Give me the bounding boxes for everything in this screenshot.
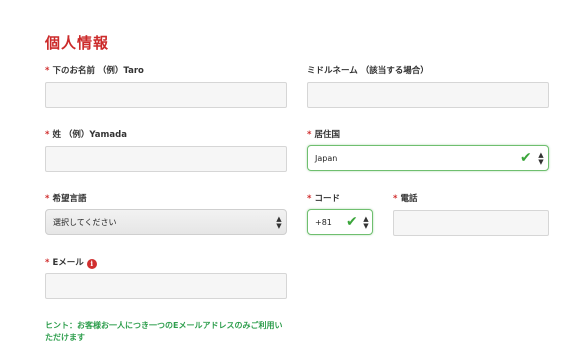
country-select[interactable]: Japan ✔ ▲ ▼ <box>307 145 549 171</box>
last-name-input[interactable] <box>45 146 287 172</box>
country-code-select[interactable]: +81 ✔ ▲ ▼ <box>307 209 373 235</box>
last-name-label: * 姓 （例）Yamada <box>45 130 127 140</box>
chevron-updown-icon: ▲ ▼ <box>538 151 544 166</box>
first-name-input[interactable] <box>45 82 287 108</box>
chevron-updown-icon: ▲ ▼ <box>363 215 369 230</box>
required-mark: * <box>307 194 312 204</box>
middle-name-input[interactable] <box>307 82 549 108</box>
first-name-label: * 下のお名前 （例）Taro <box>45 66 144 76</box>
required-mark: * <box>393 194 398 204</box>
email-hint: ヒント：お客様お一人につき一つのEメールアドレスのみご利用いただけます <box>45 321 283 342</box>
info-icon[interactable]: i <box>86 259 97 269</box>
language-select[interactable]: 選択してください ▲ ▼ <box>45 209 287 235</box>
phone-label: * 電話 <box>393 194 418 204</box>
email-label: * Eメール i <box>45 256 97 269</box>
country-value: Japan <box>315 153 338 163</box>
check-icon: ✔ <box>520 150 532 166</box>
country-code-label: * コード <box>307 194 340 204</box>
required-mark: * <box>45 66 50 76</box>
required-mark: * <box>45 258 50 268</box>
email-input[interactable] <box>45 273 287 299</box>
country-label: * 居住国 <box>307 130 340 140</box>
required-mark: * <box>45 130 50 140</box>
form-title: 個人情報 <box>45 34 110 52</box>
country-code-value: +81 <box>315 217 332 227</box>
required-mark: * <box>45 194 50 204</box>
phone-input[interactable] <box>393 210 549 236</box>
language-label: * 希望言語 <box>45 194 87 204</box>
language-value: 選択してください <box>53 217 117 227</box>
chevron-updown-icon: ▲ ▼ <box>276 215 282 230</box>
required-mark: * <box>307 130 312 140</box>
check-icon: ✔ <box>346 214 358 230</box>
middle-name-label: ミドルネーム （該当する場合） <box>307 66 429 76</box>
